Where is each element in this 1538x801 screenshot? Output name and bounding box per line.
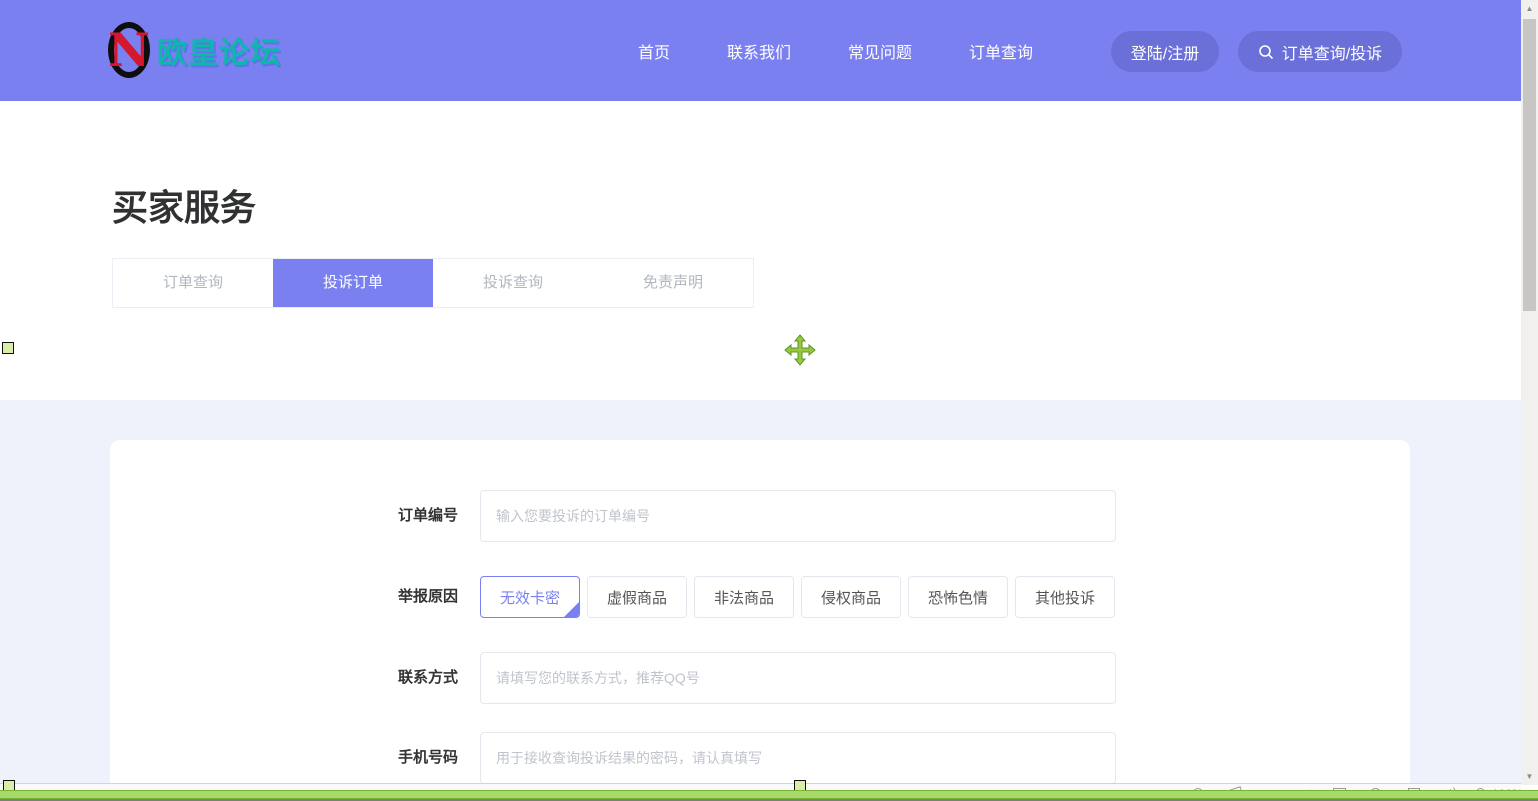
- nav-item-order-query[interactable]: 订单查询: [969, 39, 1033, 63]
- contact-input[interactable]: [480, 652, 1116, 704]
- move-cursor-icon[interactable]: [783, 333, 817, 367]
- search-icon: [1258, 44, 1274, 60]
- order-number-row: 订单编号: [110, 490, 1410, 542]
- reason-other[interactable]: 其他投诉: [1015, 576, 1115, 618]
- nav-item-contact[interactable]: 联系我们: [727, 39, 791, 63]
- site-logo[interactable]: N 欧皇论坛: [108, 20, 281, 80]
- reason-fake-goods[interactable]: 虚假商品: [587, 576, 687, 618]
- login-register-label: 登陆/注册: [1131, 40, 1199, 64]
- phone-input[interactable]: [480, 732, 1116, 783]
- reason-terror-porn[interactable]: 恐怖色情: [908, 576, 1008, 618]
- tab-complaint-order[interactable]: 投诉订单: [273, 259, 433, 307]
- nav-item-home[interactable]: 首页: [638, 39, 670, 63]
- main-nav: 首页 联系我们 常见问题 订单查询: [638, 0, 1033, 101]
- login-register-button[interactable]: 登陆/注册: [1111, 31, 1219, 72]
- selection-bottom-edge[interactable]: [0, 790, 1538, 799]
- scroll-down-arrow-icon[interactable]: ▼: [1521, 768, 1538, 785]
- contact-label: 联系方式: [110, 652, 458, 704]
- reason-invalid-card[interactable]: 无效卡密: [480, 576, 580, 618]
- report-reason-label: 举报原因: [110, 576, 458, 618]
- service-tabs: 订单查询 投诉订单 投诉查询 免责声明: [112, 258, 754, 308]
- tab-disclaimer[interactable]: 免责声明: [593, 259, 753, 307]
- page-title: 买家服务: [112, 179, 256, 231]
- order-number-input[interactable]: [480, 490, 1116, 542]
- scroll-up-arrow-icon[interactable]: ▲: [1521, 0, 1538, 17]
- vertical-scrollbar[interactable]: ▲ ▼: [1521, 0, 1538, 785]
- phone-row: 手机号码: [110, 732, 1410, 783]
- vertical-scrollbar-thumb[interactable]: [1523, 19, 1536, 311]
- complaint-form-card: 订单编号 举报原因 无效卡密 虚假商品 非法商品 侵权商品 恐怖色情 其他投诉 …: [110, 440, 1410, 783]
- logo-text: 欧皇论坛: [157, 28, 281, 72]
- site-header: N 欧皇论坛 首页 联系我们 常见问题 订单查询 登陆/注册 订单查询/投诉: [0, 0, 1538, 101]
- order-query-complaint-label: 订单查询/投诉: [1282, 40, 1382, 64]
- order-query-complaint-button[interactable]: 订单查询/投诉: [1238, 31, 1402, 72]
- logo-monogram-letter: N: [108, 27, 150, 73]
- contact-row: 联系方式: [110, 652, 1410, 704]
- tab-order-query[interactable]: 订单查询: [113, 259, 273, 307]
- reason-options: 无效卡密 虚假商品 非法商品 侵权商品 恐怖色情 其他投诉: [480, 576, 1115, 618]
- reason-infringing-goods[interactable]: 侵权商品: [801, 576, 901, 618]
- order-number-label: 订单编号: [110, 490, 458, 542]
- nav-item-faq[interactable]: 常见问题: [848, 39, 912, 63]
- hero-section: 买家服务 订单查询 投诉订单 投诉查询 免责声明: [0, 101, 1538, 400]
- reason-illegal-goods[interactable]: 非法商品: [694, 576, 794, 618]
- tab-complaint-query[interactable]: 投诉查询: [433, 259, 593, 307]
- selection-handle-left[interactable]: [2, 342, 14, 354]
- phone-label: 手机号码: [110, 732, 458, 783]
- form-section: 订单编号 举报原因 无效卡密 虚假商品 非法商品 侵权商品 恐怖色情 其他投诉 …: [0, 400, 1538, 783]
- page: N 欧皇论坛 首页 联系我们 常见问题 订单查询 登陆/注册 订单查询/投诉 买…: [0, 0, 1538, 801]
- logo-monogram-icon: N: [108, 22, 150, 78]
- report-reason-row: 举报原因 无效卡密 虚假商品 非法商品 侵权商品 恐怖色情 其他投诉: [110, 576, 1410, 618]
